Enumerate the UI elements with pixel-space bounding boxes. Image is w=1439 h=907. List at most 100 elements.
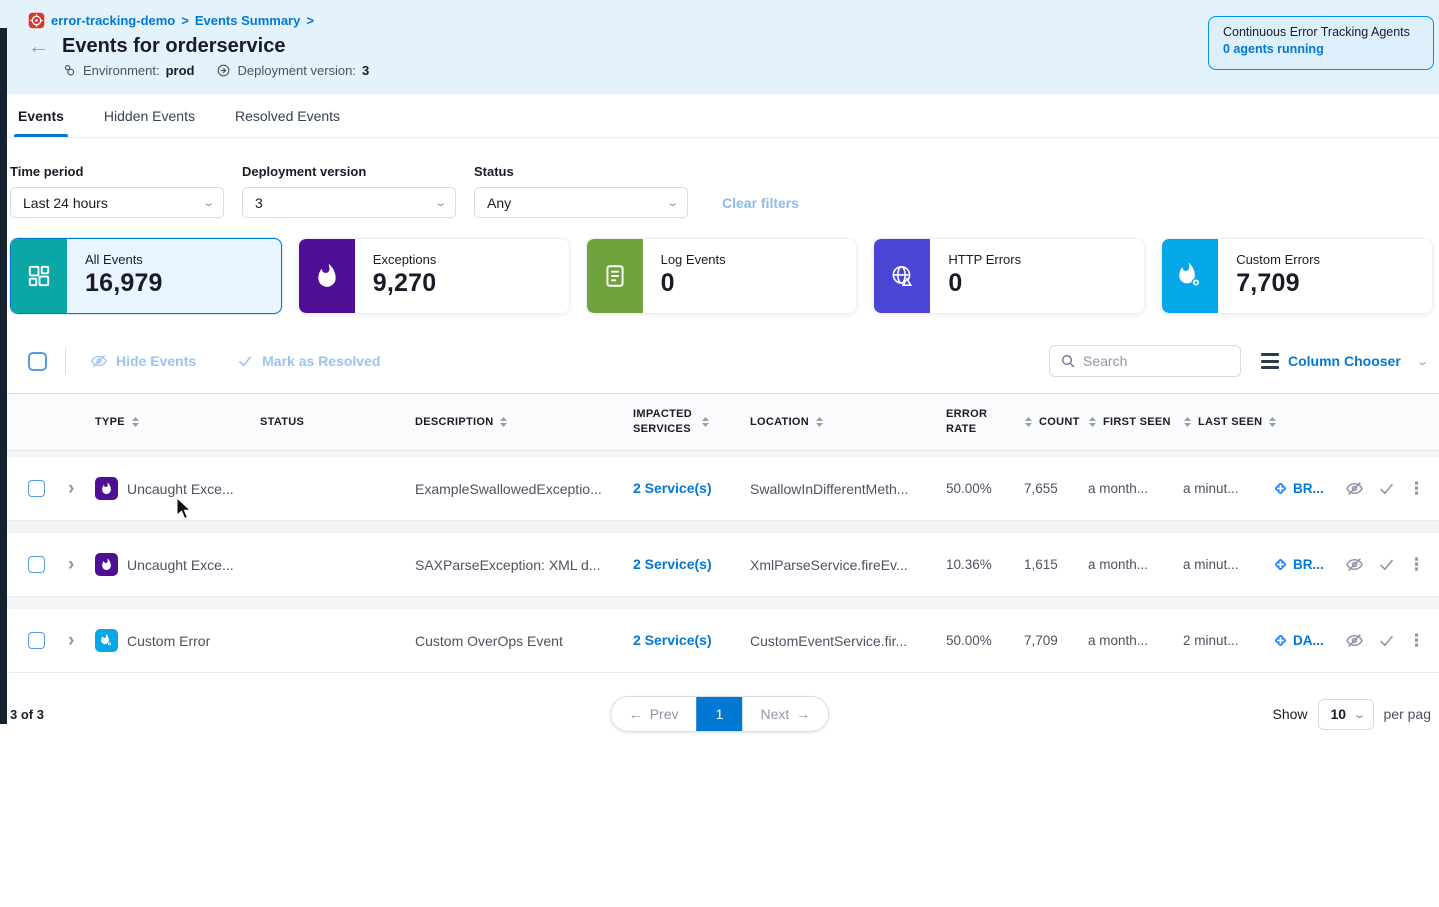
- chevron-down-icon: ⌄: [666, 196, 679, 209]
- check-icon: [236, 352, 254, 370]
- sort-icon[interactable]: [1268, 416, 1277, 428]
- search-input[interactable]: [1083, 353, 1223, 369]
- sort-icon[interactable]: [701, 416, 710, 428]
- jira-ticket-link[interactable]: BR...: [1273, 481, 1333, 496]
- event-type: Uncaught Exce...: [127, 481, 234, 497]
- row-checkbox[interactable]: [28, 632, 45, 649]
- environment-label: Environment:: [83, 63, 160, 78]
- breadcrumb-project-link[interactable]: error-tracking-demo: [51, 13, 175, 28]
- sort-icon[interactable]: [815, 416, 824, 428]
- clear-filters-button[interactable]: Clear filters: [722, 195, 799, 211]
- sort-icon[interactable]: [1088, 416, 1097, 428]
- sort-icon[interactable]: [499, 416, 508, 428]
- impacted-services-link[interactable]: 2 Service(s): [633, 556, 712, 572]
- resolve-event-icon[interactable]: [1377, 479, 1396, 498]
- tab-hidden-events[interactable]: Hidden Events: [104, 94, 195, 137]
- mark-resolved-label: Mark as Resolved: [262, 353, 380, 369]
- environment-value: prod: [166, 63, 195, 78]
- row-menu-icon[interactable]: ⋮: [1408, 636, 1425, 645]
- sort-icon[interactable]: [1024, 416, 1033, 428]
- table-row[interactable]: › Uncaught Exce... SAXParseException: XM…: [0, 533, 1439, 597]
- chevron-right-icon[interactable]: ›: [62, 478, 95, 500]
- impacted-services-link[interactable]: 2 Service(s): [633, 632, 712, 648]
- card-http-errors[interactable]: HTTP Errors 0: [873, 238, 1145, 314]
- time-period-value: Last 24 hours: [23, 195, 108, 211]
- tab-resolved-events[interactable]: Resolved Events: [235, 94, 340, 137]
- select-all-checkbox[interactable]: [28, 352, 47, 371]
- column-chooser-label: Column Chooser: [1288, 353, 1401, 369]
- resolve-event-icon[interactable]: [1377, 555, 1396, 574]
- sort-icon[interactable]: [1183, 416, 1192, 428]
- column-header-count[interactable]: COUNT: [1012, 416, 1080, 428]
- card-exceptions[interactable]: Exceptions 9,270: [298, 238, 570, 314]
- row-checkbox[interactable]: [28, 556, 45, 573]
- hide-event-icon[interactable]: [1345, 631, 1364, 650]
- jira-ticket-link[interactable]: BR...: [1273, 557, 1333, 572]
- page-number-button[interactable]: 1: [697, 697, 743, 731]
- status-select[interactable]: Any ⌄: [474, 187, 688, 218]
- hide-event-icon[interactable]: [1345, 555, 1364, 574]
- tab-events[interactable]: Events: [18, 94, 64, 137]
- error-rate: 10.36%: [930, 557, 1012, 572]
- chevron-right-icon[interactable]: ›: [62, 630, 95, 652]
- events-page: error-tracking-demo > Events Summary > ←…: [0, 0, 1439, 907]
- chevron-right-icon[interactable]: ›: [62, 554, 95, 576]
- agents-running-link[interactable]: 0 agents running: [1223, 42, 1419, 56]
- hide-events-button[interactable]: Hide Events: [90, 352, 196, 370]
- column-chooser-button[interactable]: Column Chooser ⌄: [1261, 353, 1427, 369]
- environment-meta: Environment: prod: [62, 63, 194, 78]
- agents-box[interactable]: Continuous Error Tracking Agents 0 agent…: [1208, 16, 1434, 70]
- flame-icon: [299, 239, 355, 313]
- jira-diamond-icon: [1273, 633, 1288, 648]
- time-period-select[interactable]: Last 24 hours ⌄: [10, 187, 224, 218]
- first-seen: a month...: [1080, 633, 1175, 648]
- mark-resolved-button[interactable]: Mark as Resolved: [236, 352, 380, 370]
- row-menu-icon[interactable]: ⋮: [1408, 560, 1425, 569]
- card-all-events[interactable]: All Events 16,979: [10, 238, 282, 314]
- deployment-label: Deployment version:: [237, 63, 356, 78]
- card-custom-errors[interactable]: Custom Errors 7,709: [1161, 238, 1433, 314]
- column-header-location[interactable]: LOCATION: [738, 416, 930, 428]
- event-count: 1,615: [1012, 557, 1080, 572]
- card-value: 0: [948, 269, 1021, 298]
- table-row[interactable]: › Uncaught Exce... ExampleSwallowedExcep…: [0, 457, 1439, 521]
- ticket-key: BR...: [1293, 557, 1324, 572]
- agents-box-title: Continuous Error Tracking Agents: [1223, 25, 1419, 39]
- card-value: 9,270: [373, 269, 437, 298]
- deployment-meta: Deployment version: 3: [216, 63, 369, 78]
- row-menu-icon[interactable]: ⋮: [1408, 484, 1425, 493]
- log-document-icon: [587, 239, 643, 313]
- table-row[interactable]: › Custom Error Custom OverOps Event 2 Se…: [0, 609, 1439, 673]
- event-description: SAXParseException: XML d...: [415, 557, 633, 573]
- chevron-down-icon: ⌄: [1416, 355, 1429, 368]
- page-size-select[interactable]: 10 ⌄: [1318, 699, 1374, 730]
- jira-ticket-link[interactable]: DA...: [1273, 633, 1333, 648]
- resolve-event-icon[interactable]: [1377, 631, 1396, 650]
- column-header-error-rate[interactable]: ERROR RATE: [930, 407, 1012, 437]
- first-seen: a month...: [1080, 557, 1175, 572]
- environments-icon: [62, 63, 77, 78]
- deployment-version-select[interactable]: 3 ⌄: [242, 187, 456, 218]
- eye-slash-icon: [90, 352, 108, 370]
- row-checkbox[interactable]: [28, 480, 45, 497]
- breadcrumb-page-link[interactable]: Events Summary: [195, 13, 301, 28]
- sort-icon[interactable]: [131, 416, 140, 428]
- next-page-button[interactable]: Next →: [743, 697, 829, 731]
- card-log-events[interactable]: Log Events 0: [586, 238, 858, 314]
- exception-flame-icon: [95, 553, 118, 576]
- custom-flame-gear-icon: [95, 629, 118, 652]
- column-header-type[interactable]: TYPE: [95, 416, 260, 428]
- hide-event-icon[interactable]: [1345, 479, 1364, 498]
- flame-gear-icon: [1162, 239, 1218, 313]
- prev-page-button[interactable]: ← Prev: [611, 697, 697, 731]
- column-header-last-seen[interactable]: LAST SEEN: [1175, 416, 1273, 428]
- column-header-impacted-services[interactable]: IMPACTED SERVICES: [633, 407, 738, 437]
- column-header-first-seen[interactable]: FIRST SEEN: [1080, 416, 1175, 428]
- jira-diamond-icon: [1273, 557, 1288, 572]
- back-arrow-icon[interactable]: ←: [28, 36, 52, 57]
- card-value: 0: [661, 269, 726, 298]
- impacted-services-link[interactable]: 2 Service(s): [633, 480, 712, 496]
- toolbar-divider: [65, 348, 66, 374]
- column-header-description[interactable]: DESCRIPTION: [415, 416, 633, 428]
- collapsed-sidebar-edge[interactable]: [0, 28, 7, 724]
